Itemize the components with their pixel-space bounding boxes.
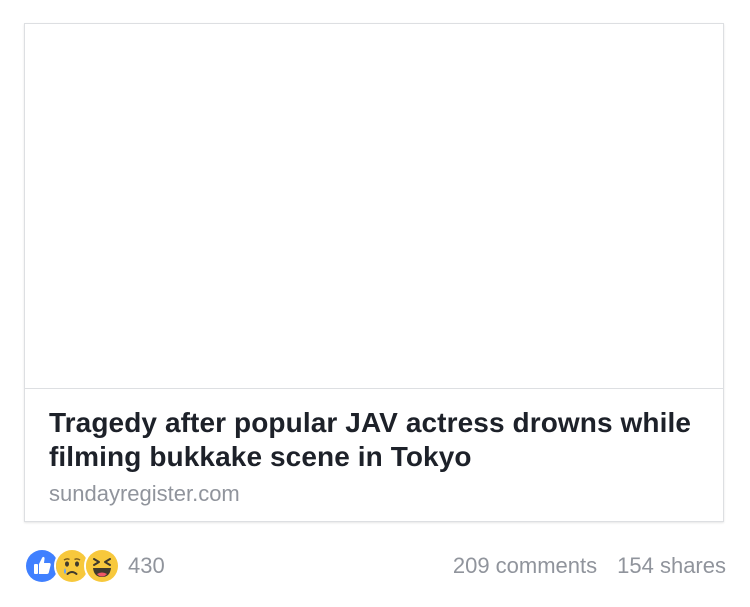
card-divider — [25, 388, 723, 389]
link-headline[interactable]: Tragedy after popular JAV actress drowns… — [49, 406, 699, 474]
haha-icon — [84, 548, 120, 584]
post-stats: 209 comments 154 shares — [453, 548, 726, 584]
link-preview-card[interactable]: Tragedy after popular JAV actress drowns… — [24, 23, 724, 522]
comments-count-link[interactable]: 209 comments — [453, 553, 597, 579]
reactions-summary[interactable]: 430 — [24, 548, 165, 584]
post-footer: 430 209 comments 154 shares — [24, 548, 726, 584]
reaction-count: 430 — [128, 553, 165, 578]
shares-count-link[interactable]: 154 shares — [617, 553, 726, 579]
link-preview-image[interactable] — [25, 24, 723, 388]
link-info[interactable]: Tragedy after popular JAV actress drowns… — [49, 406, 699, 508]
link-domain: sundayregister.com — [49, 481, 240, 506]
